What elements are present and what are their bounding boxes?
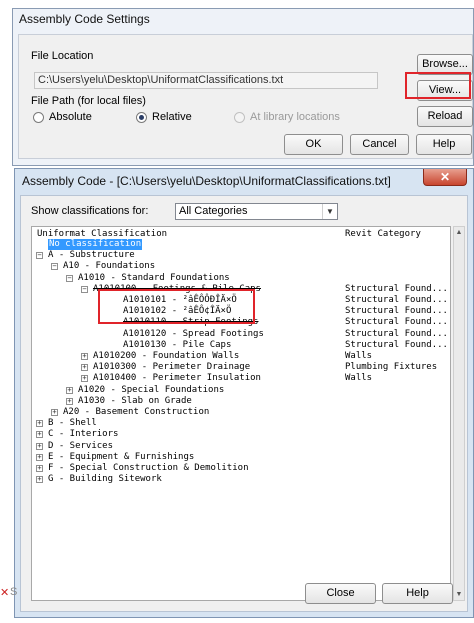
tree-row[interactable]: + A1030 - Slab on Grade [32,396,450,407]
assembly-dialog-title: Assembly Code - [C:\Users\yelu\Desktop\U… [22,174,391,188]
collapse-icon[interactable]: − [81,285,88,293]
view-highlight-box [405,72,471,99]
close-button[interactable]: Close [305,583,376,604]
background-fragment-text: S [10,586,18,598]
assembly-code-dialog: Assembly Code - [C:\Users\yelu\Desktop\U… [14,168,474,618]
encoding-highlight-box [98,289,255,324]
expand-icon[interactable]: + [51,409,58,416]
column-header-classification[interactable]: Uniformat Classification [37,229,167,239]
collapse-icon[interactable]: − [36,252,43,260]
tree-row[interactable]: − A1010 - Standard Foundations [32,273,450,284]
close-icon[interactable]: ✕ [423,169,467,186]
expand-icon[interactable]: + [36,453,43,461]
background-close-mark: ✕ [0,587,10,599]
expand-icon[interactable]: + [36,476,43,484]
show-classifications-label: Show classifications for: [31,205,149,217]
tree-row-label: G - Building Sitework [48,474,162,485]
settings-dialog-title: Assembly Code Settings [19,12,150,26]
tree-row[interactable]: No classification [32,239,450,250]
cancel-button[interactable]: Cancel [350,134,409,155]
tree-row[interactable]: + G - Building Sitework [32,474,450,485]
expand-icon[interactable]: + [81,375,88,383]
relative-radio[interactable] [136,112,147,123]
expand-icon[interactable]: + [66,397,73,405]
tree-row[interactable]: + D - Services [32,441,450,452]
tree-row[interactable]: + B - Shell [32,418,450,429]
assembly-code-settings-dialog: Assembly Code Settings File Location C:\… [12,8,474,166]
file-path-type-label: File Path (for local files) [31,95,146,107]
collapse-icon[interactable]: − [66,274,73,282]
tree-row-category: Walls [345,351,373,361]
tree-row[interactable]: + A1010300 - Perimeter Drainage Plumbing F… [32,362,450,373]
tree-row-label: C - Interiors [48,429,119,440]
tree-row[interactable]: + A1020 - Special Foundations [32,385,450,396]
file-path-field[interactable]: C:\Users\yelu\Desktop\UniformatClassific… [34,72,378,89]
column-header-category[interactable]: Revit Category [345,229,421,239]
tree-row-category: Structural Found... [345,295,448,305]
tree-row-category: Structural Found... [345,306,448,317]
relative-radio-label: Relative [152,111,192,123]
chevron-down-icon[interactable]: ▼ [322,204,337,219]
tree-row-label: A1010200 - Foundation Walls [93,351,240,361]
tree-row-category: Walls [345,373,373,384]
expand-icon[interactable]: + [66,386,73,394]
tree-row[interactable]: + F - Special Construction & Demolition [32,463,450,474]
help-button[interactable]: Help [416,134,472,155]
tree-row-label: No classification [48,239,143,250]
scroll-down-icon[interactable]: ▼ [454,589,464,600]
tree-row[interactable]: A1010120 - Spread Footings Structural Fou… [32,329,450,340]
reload-button[interactable]: Reload [417,106,473,127]
expand-icon[interactable]: + [81,364,88,372]
tree-row-label: D - Services [48,440,114,451]
tree-row-category: Plumbing Fixtures [345,362,438,373]
expand-icon[interactable]: + [36,431,43,439]
tree-row[interactable]: + C - Interiors [32,429,450,440]
expand-icon[interactable]: + [36,442,43,450]
category-filter-select[interactable]: All Categories ▼ [175,203,338,220]
tree-row[interactable]: A1010130 - Pile Caps Structural Found... [32,340,450,351]
settings-dialog-body: File Location C:\Users\yelu\Desktop\Unif… [18,34,473,159]
assembly-dialog-body: Show classifications for: All Categories… [20,195,468,612]
tree-scrollbar[interactable]: ▲ ▼ [453,226,465,601]
tree-row[interactable]: − A - Substructure [32,250,450,261]
tree-row-label: A1020 - Special Foundations [78,384,225,395]
tree-row-category: Structural Found... [345,317,448,328]
tree-row-label: A1010400 - Perimeter Insulation [93,373,261,384]
scroll-up-icon[interactable]: ▲ [454,227,464,238]
tree-row[interactable]: − A10 - Foundations [32,261,450,272]
tree-row-label: B - Shell [48,418,97,429]
category-filter-value: All Categories [179,205,248,217]
tree-row-label: A1030 - Slab on Grade [78,395,192,406]
absolute-radio-label: Absolute [49,111,92,123]
library-locations-radio-label: At library locations [250,111,340,123]
tree-row[interactable]: + E - Equipment & Furnishings [32,452,450,463]
tree-row-label: A20 - Basement Construction [63,407,210,417]
tree-row[interactable]: + A20 - Basement Construction [32,407,450,418]
tree-row-label: A1010130 - Pile Caps [123,339,232,350]
classification-tree[interactable]: Uniformat Classification Revit Category … [31,226,451,601]
tree-row[interactable]: + A1010400 - Perimeter Insulation Walls [32,373,450,384]
expand-icon[interactable]: + [36,420,43,428]
tree-row-label: A - Substructure [48,250,135,261]
help-button-bottom[interactable]: Help [382,583,453,604]
tree-row-category: Structural Found... [345,328,448,339]
tree-row-label: A1010 - Standard Foundations [78,272,230,283]
file-location-label: File Location [31,50,94,62]
tree-row-label: E - Equipment & Furnishings [48,451,195,462]
tree-row-label: A1010120 - Spread Footings [123,328,264,339]
tree-row[interactable]: + A1010200 - Foundation Walls Walls [32,351,450,362]
tree-row-label: A1010300 - Perimeter Drainage [93,362,251,373]
expand-icon[interactable]: + [36,465,43,472]
tree-row-label: F - Special Construction & Demolition [48,463,249,473]
absolute-radio[interactable] [33,112,44,123]
library-locations-radio[interactable] [234,112,245,123]
expand-icon[interactable]: + [81,353,88,360]
collapse-icon[interactable]: − [51,263,58,271]
tree-row-category: Structural Found... [345,339,448,350]
tree-row-label: A10 - Foundations [63,261,156,272]
ok-button[interactable]: OK [284,134,343,155]
tree-row-category: Structural Found... [345,283,448,294]
